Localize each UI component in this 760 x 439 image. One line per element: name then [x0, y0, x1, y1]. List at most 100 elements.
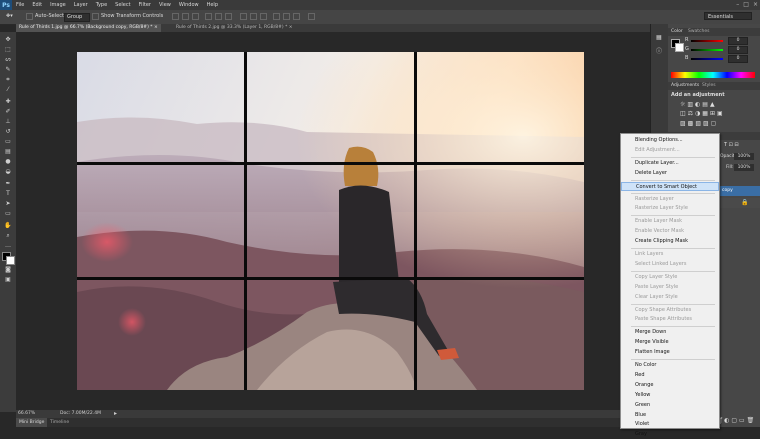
brush-tool-icon[interactable]: ✐	[4, 108, 12, 115]
hand-tool-icon[interactable]: ✋	[4, 222, 12, 229]
menu-item-gray[interactable]: Gray	[621, 430, 719, 439]
blur-tool-icon[interactable]: ●	[4, 158, 12, 165]
zoom-tool-icon[interactable]: ⌕	[4, 232, 12, 239]
color-spectrum-bar[interactable]	[671, 72, 755, 78]
distribute-middle-icon[interactable]	[250, 13, 257, 20]
document-image[interactable]	[77, 52, 584, 390]
menu-item-duplicate-layer[interactable]: Duplicate Layer...	[621, 159, 719, 168]
tab-adjustments[interactable]: Adjustments	[671, 83, 699, 88]
menu-item-blending-options[interactable]: Blending Options...	[621, 136, 719, 145]
tab-styles[interactable]: Styles	[702, 83, 716, 88]
close-icon[interactable]: ×	[753, 1, 758, 8]
menu-select[interactable]: Select	[111, 2, 134, 8]
healing-brush-tool-icon[interactable]: ✚	[4, 98, 12, 105]
move-tool-icon[interactable]: ✥▾	[6, 13, 13, 19]
history-panel-icon[interactable]: ▦	[656, 34, 662, 41]
menu-item-green[interactable]: Green	[621, 401, 719, 410]
clone-stamp-tool-icon[interactable]: ⊥	[4, 118, 12, 125]
menu-window[interactable]: Window	[175, 2, 203, 8]
menu-item-violet[interactable]: Violet	[621, 420, 719, 429]
align-top-icon[interactable]	[172, 13, 179, 20]
menu-layer[interactable]: Layer	[70, 2, 92, 8]
menu-edit[interactable]: Edit	[28, 2, 46, 8]
close-icon[interactable]: ×	[289, 25, 293, 30]
distribute-left-icon[interactable]	[273, 13, 280, 20]
tab-mini-bridge[interactable]: Mini Bridge	[16, 418, 48, 427]
channel-r-slider[interactable]	[691, 40, 723, 42]
properties-panel-icon[interactable]: ⓘ	[656, 46, 662, 55]
workspace-dropdown[interactable]: Essentials	[704, 12, 752, 20]
tab-swatches[interactable]: Swatches	[688, 29, 710, 34]
menu-filter[interactable]: Filter	[135, 2, 155, 8]
shape-tool-icon[interactable]: ▭	[4, 210, 12, 217]
more-tools-icon[interactable]: …	[4, 242, 12, 249]
move-tool-icon[interactable]: ✥	[4, 36, 12, 43]
menu-item-merge-down[interactable]: Merge Down	[621, 328, 719, 337]
align-bottom-icon[interactable]	[192, 13, 199, 20]
auto-select-dropdown[interactable]: Group	[64, 13, 90, 22]
distribute-top-icon[interactable]	[240, 13, 247, 20]
menu-view[interactable]: View	[155, 2, 175, 8]
distribute-center-icon[interactable]	[283, 13, 290, 20]
layer-filter-icons[interactable]: T ⊡ ⊟	[724, 142, 739, 148]
marquee-tool-icon[interactable]: ⬚	[4, 46, 12, 53]
menu-item-convert-to-smart-object[interactable]: Convert to Smart Object	[621, 181, 719, 191]
screen-mode-icon[interactable]: ▣	[4, 276, 12, 283]
dodge-tool-icon[interactable]: ◒	[4, 168, 12, 175]
menu-item-create-clipping-mask[interactable]: Create Clipping Mask	[621, 237, 719, 246]
zoom-level[interactable]: 66.67%	[18, 411, 35, 416]
quick-mask-icon[interactable]: ◙	[4, 266, 12, 273]
pen-tool-icon[interactable]: ✒	[4, 180, 12, 187]
eyedropper-tool-icon[interactable]: ⁄	[4, 86, 12, 93]
menu-item-red[interactable]: Red	[621, 371, 719, 380]
menu-item-merge-visible[interactable]: Merge Visible	[621, 338, 719, 347]
menu-item-flatten-image[interactable]: Flatten Image	[621, 348, 719, 357]
opacity-input[interactable]: 100%	[734, 153, 754, 160]
align-center-icon[interactable]	[215, 13, 222, 20]
adjustment-icons-row-2[interactable]: ◫⚖◑▦⊞▣	[680, 110, 725, 117]
history-brush-tool-icon[interactable]: ↺	[4, 128, 12, 135]
quick-select-tool-icon[interactable]: ✎	[4, 66, 12, 73]
minimize-icon[interactable]: –	[736, 1, 739, 8]
eraser-tool-icon[interactable]: ▭	[4, 138, 12, 145]
crop-tool-icon[interactable]: ⌗	[4, 76, 12, 83]
lasso-tool-icon[interactable]: ᔕ	[4, 56, 12, 63]
tab-timeline[interactable]: Timeline	[50, 418, 69, 427]
channel-b-slider[interactable]	[691, 58, 723, 60]
transform-controls-checkbox[interactable]	[92, 13, 99, 20]
close-icon[interactable]: ×	[154, 25, 158, 30]
tab-rule-of-thirds-2[interactable]: Rule of Thirds 2.jpg @ 33.3% (Layer 1, R…	[173, 24, 296, 32]
distribute-bottom-icon[interactable]	[260, 13, 267, 20]
fill-input[interactable]: 100%	[734, 164, 754, 171]
align-middle-icon[interactable]	[182, 13, 189, 20]
menu-item-blue[interactable]: Blue	[621, 411, 719, 420]
tab-rule-of-thirds-1[interactable]: Rule of Thirds 1.jpg @ 66.7% (Background…	[16, 24, 161, 32]
gradient-tool-icon[interactable]: ▤	[4, 148, 12, 155]
tab-color[interactable]: Color	[671, 29, 683, 34]
bg-color-chip[interactable]	[675, 43, 684, 52]
menu-help[interactable]: Help	[203, 2, 222, 8]
menu-item-delete-layer[interactable]: Delete Layer	[621, 169, 719, 178]
status-arrow-icon[interactable]: ▸	[114, 410, 117, 417]
menu-type[interactable]: Type	[92, 2, 111, 8]
channel-r-value[interactable]: 0	[728, 37, 748, 45]
auto-select-checkbox[interactable]	[26, 13, 33, 20]
maximize-icon[interactable]: □	[743, 1, 749, 8]
channel-g-slider[interactable]	[691, 49, 723, 51]
menu-item-yellow[interactable]: Yellow	[621, 391, 719, 400]
background-color-swatch[interactable]	[6, 256, 15, 265]
auto-align-icon[interactable]	[308, 13, 315, 20]
layers-footer-icons[interactable]: ƒ◐▢▭🗑	[720, 417, 756, 424]
path-select-tool-icon[interactable]: ➤	[4, 200, 12, 207]
selected-layer-row[interactable]: copy	[716, 186, 760, 196]
align-right-icon[interactable]	[225, 13, 232, 20]
distribute-right-icon[interactable]	[293, 13, 300, 20]
channel-b-value[interactable]: 0	[728, 55, 748, 63]
align-left-icon[interactable]	[205, 13, 212, 20]
adjustment-icons-row-3[interactable]: ▨▩▧▨▢	[680, 120, 718, 127]
menu-image[interactable]: Image	[46, 2, 70, 8]
background-layer-row[interactable]: 🔒	[716, 198, 760, 208]
menu-item-no-color[interactable]: No Color	[621, 361, 719, 370]
type-tool-icon[interactable]: T	[4, 190, 12, 197]
channel-g-value[interactable]: 0	[728, 46, 748, 54]
